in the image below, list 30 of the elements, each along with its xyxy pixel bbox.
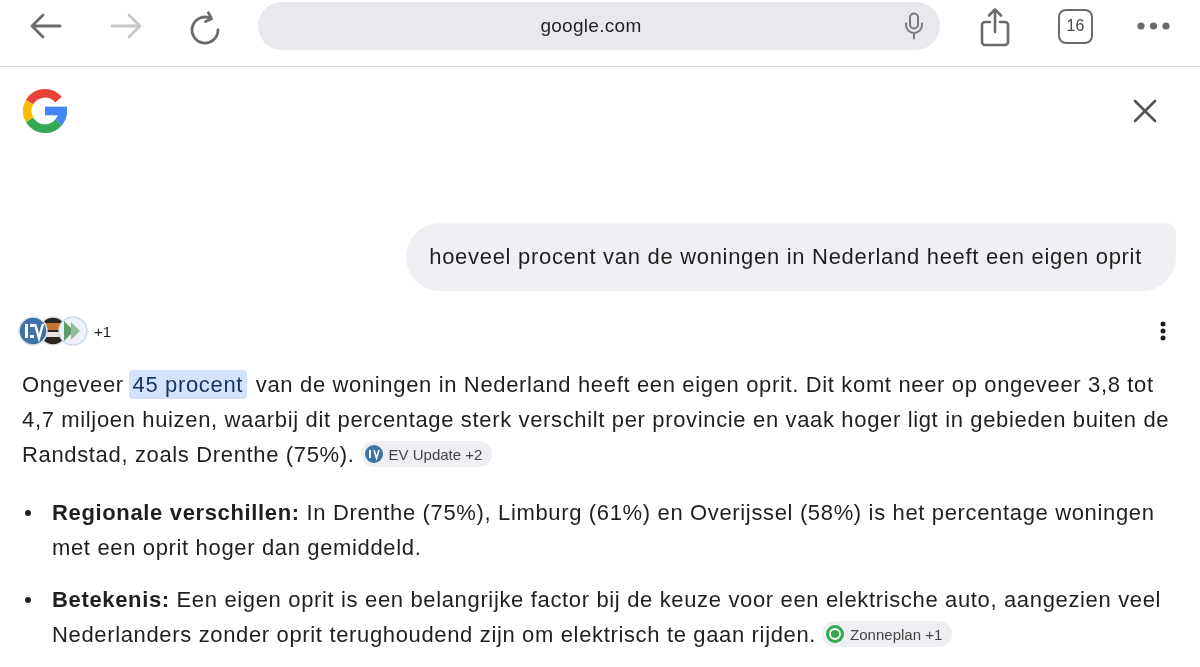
close-icon — [1133, 99, 1157, 123]
forward-arrow-icon — [110, 13, 142, 39]
site-logo-icon — [18, 316, 48, 346]
query-bubble: hoeveel procent van de woningen in Nederland heeft een eigen oprit — [406, 223, 1176, 291]
address-bar[interactable]: google.com — [258, 2, 940, 50]
bullet-text: Regionale verschillen: In Drenthe (75%), Limburg (61%) en Overijssel (58%) is het percentage woningen met een oprit hoger dan gemiddeld. — [52, 499, 1156, 562]
more-dots-icon — [1137, 22, 1170, 30]
source-count[interactable]: +1 — [94, 322, 112, 340]
source-ring-icon — [826, 625, 845, 644]
g-logo-icon — [22, 88, 68, 134]
reload-button[interactable] — [188, 11, 222, 45]
share-button[interactable] — [980, 7, 1010, 47]
more-button[interactable] — [1137, 22, 1170, 30]
microphone-icon[interactable] — [904, 12, 924, 40]
kebab-menu-icon — [1160, 321, 1166, 341]
close-button[interactable] — [1133, 99, 1157, 123]
citation-chip[interactable]: Zonneplan +1 — [822, 621, 953, 648]
bullet-icon — [25, 597, 31, 603]
citation-chip[interactable]: EV Update +2 — [360, 441, 493, 468]
back-button[interactable] — [30, 13, 62, 39]
share-icon — [980, 7, 1010, 47]
back-arrow-icon — [30, 13, 62, 39]
tab-count-button[interactable]: 16 — [1058, 8, 1093, 44]
site-logo-icon — [58, 316, 88, 346]
reload-icon — [188, 11, 222, 45]
address-text: google.com — [540, 15, 642, 37]
bullet-icon — [25, 510, 31, 516]
answer-paragraph: Ongeveer 45 procent van de woningen in Nederland heeft een eigen oprit. Dit komt neer op ongeveer 3,8 tot 4,7 miljoen huizen, waarbij dit percentage sterk verschilt per provincie en vaak hoger ligt in gebieden buiten de Randstad, zoals Drenthe (75%). EV Update +2 — [21, 369, 1171, 470]
bullet-text: Betekenis: Een eigen oprit is een belangrijke factor bij de keuze voor een elektrische auto, aangezien veel Nederlanders zonder oprit terughoudend zijn om elektrisch te gaan rijden. Zonneplan +1 — [52, 586, 1163, 650]
source-monogram-icon — [364, 445, 383, 464]
